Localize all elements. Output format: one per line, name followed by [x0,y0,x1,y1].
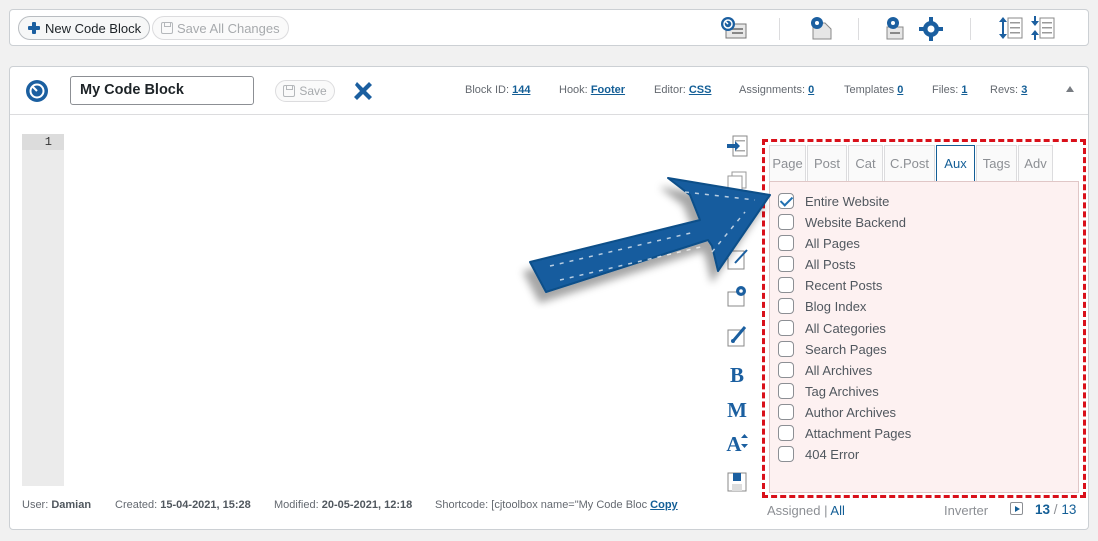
new-code-block-button[interactable]: New Code Block [18,16,151,40]
minify-icon[interactable]: M [725,398,749,422]
plugin-gear-icon[interactable] [807,15,835,41]
checkbox[interactable] [778,383,794,399]
toolbar-divider [858,18,859,40]
assignment-tabs: Page Post Cat C.Post Aux Tags Adv [769,145,1054,181]
checkbox[interactable] [778,446,794,462]
meta-editor: Editor: CSS [654,84,712,96]
assign-item-all-categories[interactable]: All Categories [778,319,886,337]
floppy-icon [161,22,173,34]
top-toolbar: New Code Block Save All Changes [9,9,1089,46]
assigned-filter-link[interactable]: Assigned [767,503,820,518]
checkbox[interactable] [778,362,794,378]
plus-icon [27,21,41,35]
bold-icon[interactable]: B [725,363,749,387]
floppy-icon [283,85,296,97]
assign-item-all-archives[interactable]: All Archives [778,361,872,379]
assign-item-author-archives[interactable]: Author Archives [778,403,896,421]
block-id-link[interactable]: 144 [512,84,530,96]
meta-block-id: Block ID: 144 [465,84,531,96]
assignment-panel: Page Post Cat C.Post Aux Tags Adv Entire… [762,139,1086,498]
assign-item-tag-archives[interactable]: Tag Archives [778,382,879,400]
meta-hook: Hook: Footer [559,84,626,96]
shortcode-text: [cjtoolbox name="My Code Bloc [491,499,648,511]
block-state-icon[interactable] [25,79,49,103]
brush-icon[interactable] [725,324,749,348]
block-save-button[interactable]: Save [275,80,335,102]
checkbox[interactable] [778,341,794,357]
tab-cat[interactable]: Cat [848,145,883,181]
files-link[interactable]: 1 [961,84,967,96]
tab-cpost[interactable]: C.Post [884,145,935,181]
delete-block-icon[interactable] [351,79,375,103]
hook-link[interactable]: Footer [591,84,625,96]
code-editor-gutter[interactable]: 1 [22,134,64,486]
gear-pair-icon[interactable] [885,15,913,41]
footer-shortcode: Shortcode: [cjtoolbox name="My Code Bloc… [435,499,678,511]
checkbox[interactable] [778,425,794,441]
inverter-link[interactable]: Inverter [944,503,988,518]
collapse-all-icon[interactable] [1029,15,1057,41]
checkbox[interactable] [778,404,794,420]
meta-files: Files: 1 [932,84,968,96]
footer-user: User: Damian [22,499,92,511]
assignment-list: Entire Website Website Backend All Pages… [769,181,1079,493]
tab-adv[interactable]: Adv [1018,145,1053,181]
editor-link[interactable]: CSS [689,84,712,96]
copy-shortcode-link[interactable]: Copy [650,499,678,511]
modified-date: 20-05-2021, 12:18 [321,499,413,511]
block-name-input[interactable]: My Code Block [70,76,254,105]
tab-tags[interactable]: Tags [976,145,1017,181]
save-icon[interactable] [725,470,749,494]
assign-item-404-error[interactable]: 404 Error [778,445,859,463]
tab-aux[interactable]: Aux [936,145,975,181]
meta-revs: Revs: 3 [990,84,1028,96]
big-arrow-icon [529,177,771,293]
tab-post[interactable]: Post [807,145,847,181]
footer-created: Created: 15-04-2021, 15:28 [115,499,251,511]
all-filter-link[interactable]: All [830,503,844,518]
up-down-icon [741,434,748,448]
meta-assignments: Assignments: 0 [739,84,815,96]
assignments-link[interactable]: 0 [808,84,814,96]
save-all-changes-label: Save All Changes [177,20,280,36]
meta-templates: Templates 0 [844,84,904,96]
toolbar-divider [970,18,971,40]
created-date: 15-04-2021, 15:28 [160,499,251,511]
gear-icon[interactable] [917,15,945,41]
code-block-header: My Code Block Save Block ID: 144 Hook: F… [10,67,1088,115]
footer-modified: Modified: 20-05-2021, 12:18 [274,499,413,511]
line-number: 1 [22,134,64,150]
page-current: 13 [1035,502,1051,517]
next-page-icon[interactable] [1010,502,1023,515]
expand-all-icon[interactable] [997,15,1025,41]
templates-link[interactable]: 0 [897,84,903,96]
user-name: Damian [51,499,92,511]
assign-item-search-pages[interactable]: Search Pages [778,340,887,358]
pager-count: 13 / 13 [1035,502,1077,517]
revs-link[interactable]: 3 [1021,84,1027,96]
new-code-block-label: New Code Block [45,20,142,36]
collapse-toggle-icon[interactable] [1066,86,1074,92]
block-save-label: Save [299,84,327,98]
checkbox[interactable] [778,320,794,336]
save-all-changes-button[interactable]: Save All Changes [152,16,289,40]
assign-item-attachment-pages[interactable]: Attachment Pages [778,424,911,442]
page-total: 13 [1061,502,1077,517]
font-size-icon[interactable]: A [725,432,749,456]
toolbar-divider [779,18,780,40]
settings-panel-icon[interactable] [719,15,747,41]
assignment-filter: Assigned | All [767,503,845,518]
